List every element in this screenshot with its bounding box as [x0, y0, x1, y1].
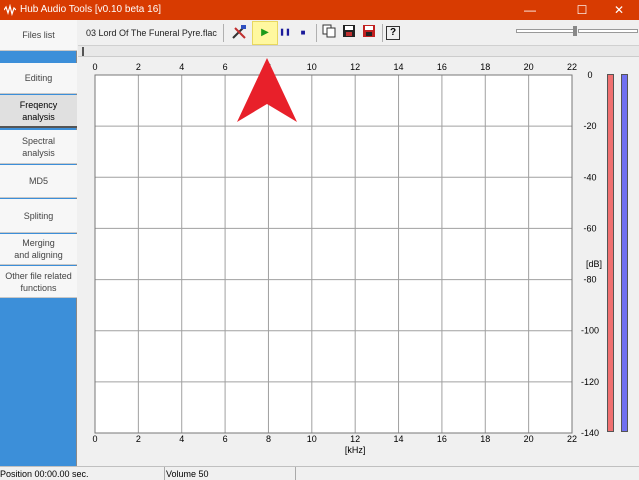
x-axis-label: [kHz] [345, 445, 366, 455]
sidebar-item-label: Spectral analysis [21, 135, 56, 158]
sidebar-item-label: Merging and aligning [14, 238, 63, 260]
sidebar-item-spliting[interactable]: Spliting [0, 199, 77, 233]
current-file-name: 03 Lord Of The Funeral Pyre.flac [86, 28, 217, 38]
x-tick-label-bottom: 14 [394, 434, 404, 444]
x-tick-label-top: 16 [437, 62, 447, 72]
y-tick-label: -80 [583, 275, 596, 285]
x-tick-label-bottom: 2 [136, 434, 141, 444]
y-tick-label: -120 [581, 377, 599, 387]
sidebar-item-other-file-functions[interactable]: Other file related functions [0, 266, 77, 298]
x-tick-label-top: 4 [179, 62, 184, 72]
y-tick-label: -40 [583, 172, 596, 182]
status-separator [295, 467, 296, 480]
x-tick-label-bottom: 16 [437, 434, 447, 444]
sidebar-item-md5[interactable]: MD5 [0, 165, 77, 198]
x-tick-label-bottom: 22 [567, 434, 577, 444]
volume-slider[interactable] [516, 29, 576, 33]
status-volume: Volume 50 [166, 469, 209, 479]
frequency-chart: 002244668810101212141416161818202022220-… [92, 62, 602, 455]
toolbar-separator [382, 24, 383, 42]
y-tick-label: 0 [587, 70, 592, 80]
pause-icon[interactable]: ❚❚ [276, 24, 294, 42]
window-title: Hub Audio Tools [v0.10 beta 16] [20, 4, 162, 15]
y-tick-label: -100 [581, 326, 599, 336]
sidebar-item-label: Spliting [23, 210, 54, 221]
x-tick-label-bottom: 0 [92, 434, 97, 444]
x-tick-label-bottom: 20 [524, 434, 534, 444]
x-tick-label-top: 20 [524, 62, 534, 72]
annotation-arrow-icon [237, 58, 297, 122]
volume-slider-thumb[interactable] [573, 26, 577, 36]
x-tick-label-bottom: 4 [179, 434, 184, 444]
scrollbar-thumb[interactable] [82, 47, 84, 56]
x-tick-label-bottom: 10 [307, 434, 317, 444]
right-level-meter [621, 74, 628, 432]
sidebar-item-merging-and-aligning[interactable]: Merging and aligning [0, 234, 77, 265]
status-bar: Position 00:00.00 sec. Volume 50 [0, 466, 639, 480]
app-window: Hub Audio Tools [v0.10 beta 16] — ☐ ✕ Fi… [0, 0, 639, 480]
sidebar: Files list Editing Freqency analysis Spe… [0, 20, 77, 466]
title-bar: Hub Audio Tools [v0.10 beta 16] — ☐ ✕ [0, 0, 639, 20]
stop-icon[interactable]: ■ [294, 24, 312, 42]
tools-icon[interactable] [230, 24, 248, 42]
sidebar-item-files-list[interactable]: Files list [0, 20, 77, 51]
x-tick-label-bottom: 18 [480, 434, 490, 444]
sidebar-item-frequency-analysis[interactable]: Freqency analysis [0, 95, 77, 128]
app-waveform-icon [4, 4, 16, 16]
x-tick-label-bottom: 8 [266, 434, 271, 444]
sidebar-item-label: Files list [22, 30, 55, 40]
play-icon[interactable]: ▶ [256, 24, 274, 42]
x-tick-label-top: 0 [92, 62, 97, 72]
x-tick-label-top: 6 [223, 62, 228, 72]
plot-area [95, 75, 572, 433]
sidebar-item-spectral-analysis[interactable]: Spectral analysis [0, 130, 77, 164]
position-scrollbar[interactable] [78, 46, 639, 57]
x-tick-label-top: 22 [567, 62, 577, 72]
y-tick-label: -20 [583, 121, 596, 131]
help-icon[interactable]: ? [386, 26, 400, 40]
sidebar-item-label: Other file related functions [5, 270, 72, 293]
left-level-meter [607, 74, 614, 432]
save-icon[interactable] [340, 24, 358, 42]
sidebar-item-editing[interactable]: Editing [0, 63, 77, 94]
toolbar-separator [316, 24, 317, 42]
x-tick-label-top: 10 [307, 62, 317, 72]
x-tick-label-bottom: 6 [223, 434, 228, 444]
y-axis-label: [dB] [586, 259, 602, 269]
status-position: Position 00:00.00 sec. [0, 469, 89, 479]
sidebar-item-label: Editing [24, 73, 53, 83]
toolbar: 03 Lord Of The Funeral Pyre.flac ▶ ❚❚ ■ … [78, 20, 639, 46]
sidebar-item-label: MD5 [28, 176, 48, 186]
sidebar-item-label: Freqency analysis [19, 99, 58, 122]
close-button[interactable]: ✕ [597, 0, 639, 20]
y-tick-label: -140 [581, 428, 599, 438]
minimize-button[interactable]: — [508, 0, 552, 20]
x-tick-label-bottom: 12 [350, 434, 360, 444]
y-tick-label: -60 [583, 223, 596, 233]
copy-icon[interactable] [320, 24, 338, 42]
status-separator [164, 467, 165, 480]
save-red-icon[interactable] [360, 24, 378, 42]
x-tick-label-top: 14 [394, 62, 404, 72]
toolbar-separator [223, 24, 224, 42]
x-tick-label-top: 18 [480, 62, 490, 72]
x-tick-label-top: 12 [350, 62, 360, 72]
balance-slider[interactable] [578, 29, 638, 33]
x-tick-label-top: 2 [136, 62, 141, 72]
